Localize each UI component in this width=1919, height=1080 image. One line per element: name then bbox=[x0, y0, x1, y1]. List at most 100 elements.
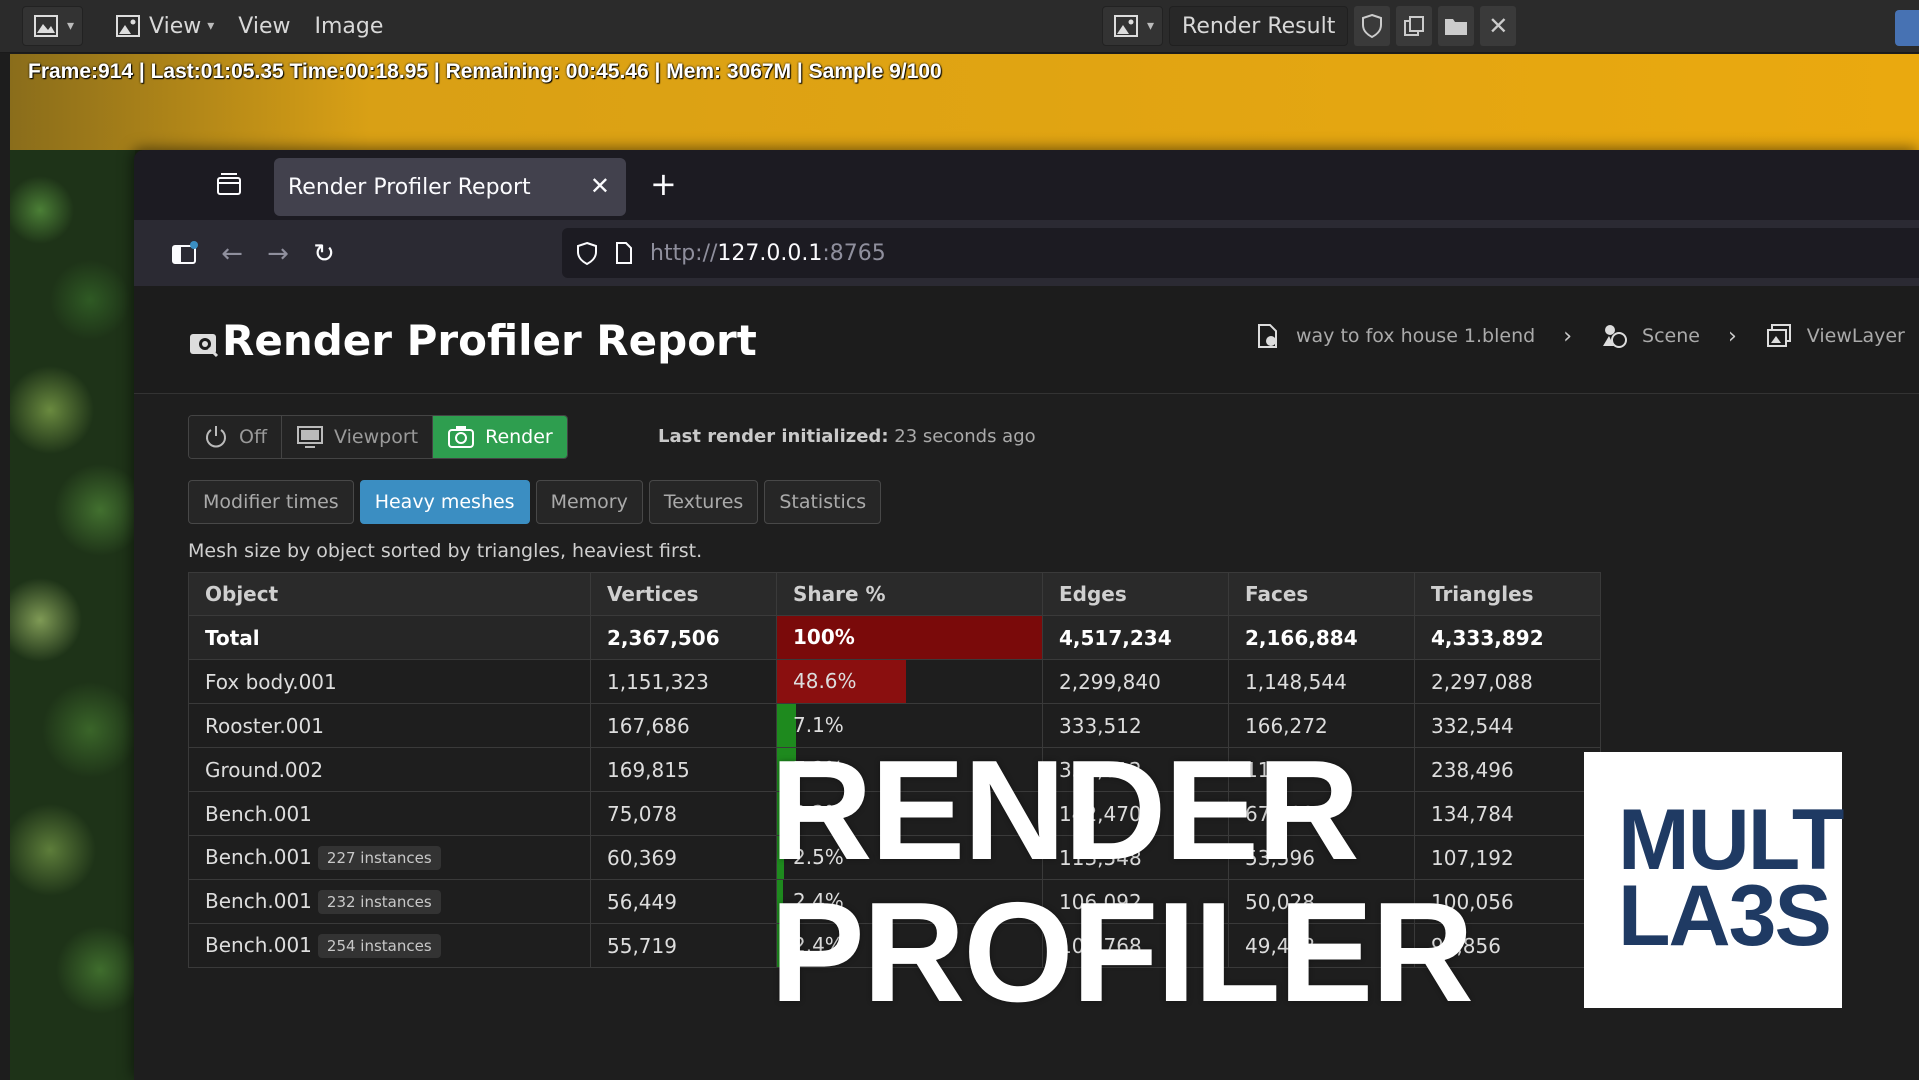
mode-viewport-label: Viewport bbox=[334, 426, 419, 448]
instance-count-badge: 227 instances bbox=[317, 846, 441, 871]
object-name: Bench.001 bbox=[205, 844, 312, 869]
instance-count-badge: 254 instances bbox=[317, 934, 441, 959]
profiler-mode-group: Off Viewport Render bbox=[188, 415, 568, 459]
menu-image-label: Image bbox=[314, 13, 384, 39]
tab-modifier-times[interactable]: Modifier times bbox=[188, 480, 354, 524]
tab-statistics[interactable]: Statistics bbox=[764, 480, 882, 524]
total-faces: 2,166,884 bbox=[1228, 615, 1415, 660]
chevron-right-icon: › bbox=[1727, 323, 1737, 349]
object-name: Bench.001 bbox=[205, 801, 312, 826]
logo-line2: LA3S bbox=[1618, 868, 1832, 964]
mode-off-label: Off bbox=[239, 426, 268, 448]
cell-object: Bench.001 227 instances bbox=[188, 835, 591, 880]
total-triangles: 4,333,892 bbox=[1414, 615, 1601, 660]
overlay-title-line2: PROFILER bbox=[770, 873, 1474, 1032]
cell-object: Bench.001 232 instances bbox=[188, 879, 591, 924]
column-header-edges[interactable]: Edges bbox=[1042, 572, 1229, 616]
object-name: Bench.001 bbox=[205, 932, 312, 957]
url-text: http://127.0.0.1:8765 bbox=[650, 241, 886, 266]
gizmo-toggle-button[interactable] bbox=[1895, 10, 1919, 46]
browser-tab-title: Render Profiler Report bbox=[288, 174, 531, 200]
new-image-button[interactable] bbox=[1396, 6, 1433, 46]
last-render-value: 23 seconds ago bbox=[894, 426, 1036, 447]
view-menu-label: View bbox=[149, 13, 202, 39]
object-name: Bench.001 bbox=[205, 888, 312, 913]
instance-count-badge: 232 instances bbox=[317, 890, 441, 915]
mode-render-label: Render bbox=[485, 426, 553, 448]
render-result-field[interactable]: Render Result bbox=[1169, 6, 1349, 46]
image-editor-icon bbox=[34, 15, 58, 37]
sidebar-icon[interactable] bbox=[170, 240, 198, 268]
shield-icon bbox=[1362, 13, 1383, 39]
blend-file-icon bbox=[1258, 324, 1277, 348]
mode-render-button[interactable]: Render bbox=[433, 416, 567, 458]
close-icon[interactable]: ✕ bbox=[590, 172, 610, 200]
duplicate-icon bbox=[1404, 16, 1425, 36]
column-header-faces[interactable]: Faces bbox=[1228, 572, 1415, 616]
tab-memory[interactable]: Memory bbox=[535, 480, 643, 524]
page-header: Render Profiler Report way to fox house … bbox=[134, 286, 1919, 394]
editor-type-button[interactable]: ▾ bbox=[22, 6, 84, 46]
forward-icon[interactable]: → bbox=[264, 240, 292, 268]
mode-viewport-button[interactable]: Viewport bbox=[282, 416, 434, 458]
browser-tab[interactable]: Render Profiler Report ✕ bbox=[274, 158, 626, 216]
unlink-image-button[interactable]: ✕ bbox=[1480, 6, 1517, 46]
folder-icon bbox=[1445, 19, 1468, 35]
cell-triangles: 2,297,088 bbox=[1414, 659, 1601, 704]
column-header-object[interactable]: Object bbox=[188, 572, 591, 616]
chevron-right-icon: › bbox=[1563, 323, 1573, 349]
total-vertices: 2,367,506 bbox=[590, 615, 777, 660]
cell-vertices: 1,151,323 bbox=[590, 659, 777, 704]
mode-off-button[interactable]: Off bbox=[189, 416, 283, 458]
image-icon bbox=[1114, 15, 1138, 37]
tab-strip: Render Profiler Report ✕ + bbox=[134, 150, 1919, 220]
cell-vertices: 75,078 bbox=[590, 791, 777, 836]
column-header-triangles[interactable]: Triangles bbox=[1414, 572, 1601, 616]
open-image-button[interactable] bbox=[1438, 6, 1475, 46]
column-header-share[interactable]: Share % bbox=[776, 572, 1043, 616]
object-name: Ground.002 bbox=[205, 757, 324, 782]
image-icon bbox=[116, 15, 141, 37]
cell-faces: 1,148,544 bbox=[1228, 659, 1415, 704]
back-icon[interactable]: ← bbox=[218, 240, 246, 268]
reload-icon[interactable]: ↻ bbox=[310, 240, 338, 268]
total-edges: 4,517,234 bbox=[1042, 615, 1229, 660]
last-render-status: Last render initialized: 23 seconds ago bbox=[658, 426, 1036, 447]
view-menu-button[interactable]: View ▾ bbox=[105, 6, 222, 46]
chevron-down-icon: ▾ bbox=[67, 18, 75, 34]
menu-image[interactable]: Image bbox=[307, 6, 392, 46]
cell-object: Ground.002 bbox=[188, 747, 591, 792]
new-tab-button[interactable]: + bbox=[650, 168, 677, 200]
cell-object: Bench.001 254 instances bbox=[188, 923, 591, 968]
monitor-icon bbox=[297, 426, 324, 448]
page-icon bbox=[616, 242, 632, 264]
tab-heavy-meshes[interactable]: Heavy meshes bbox=[359, 480, 530, 524]
blender-header: ▾ View ▾ View Image ▾ Render Result ✕ bbox=[0, 0, 1919, 53]
report-description: Mesh size by object sorted by triangles,… bbox=[188, 540, 703, 562]
table-row[interactable]: Fox body.001 1,151,323 48.6% 2,299,840 1,148… bbox=[188, 659, 1601, 704]
column-header-vertices[interactable]: Vertices bbox=[590, 572, 777, 616]
render-foliage-region bbox=[10, 150, 135, 1080]
breadcrumb-view-layer-label: ViewLayer bbox=[1806, 325, 1905, 347]
cell-object: Rooster.001 bbox=[188, 703, 591, 748]
menu-view[interactable]: View bbox=[230, 6, 298, 46]
render-stats-line: Frame:914 | Last:01:05.35 Time:00:18.95 … bbox=[28, 60, 942, 83]
last-render-label: Last render initialized: bbox=[658, 426, 889, 447]
cell-vertices: 169,815 bbox=[590, 747, 777, 792]
tab-list-icon[interactable] bbox=[214, 172, 244, 198]
breadcrumb-view-layer[interactable]: ViewLayer bbox=[1765, 322, 1905, 350]
breadcrumb-file[interactable]: way to fox house 1.blend bbox=[1254, 322, 1535, 350]
url-bar[interactable]: http://127.0.0.1:8765 bbox=[562, 228, 1919, 278]
render-slot-selector: ▾ Render Result ✕ bbox=[1102, 6, 1517, 46]
camera-icon bbox=[448, 426, 475, 448]
view-layer-icon bbox=[1766, 324, 1791, 347]
tab-textures[interactable]: Textures bbox=[648, 480, 759, 524]
image-browse-button[interactable]: ▾ bbox=[1102, 6, 1164, 46]
breadcrumb: way to fox house 1.blend › Scene › ViewL… bbox=[1254, 322, 1905, 350]
breadcrumb-scene[interactable]: Scene bbox=[1600, 322, 1700, 350]
shield-icon[interactable] bbox=[574, 240, 600, 266]
chevron-down-icon: ▾ bbox=[1147, 18, 1155, 34]
chevron-down-icon: ▾ bbox=[207, 18, 215, 34]
power-icon bbox=[206, 426, 226, 448]
fake-user-button[interactable] bbox=[1354, 6, 1391, 46]
